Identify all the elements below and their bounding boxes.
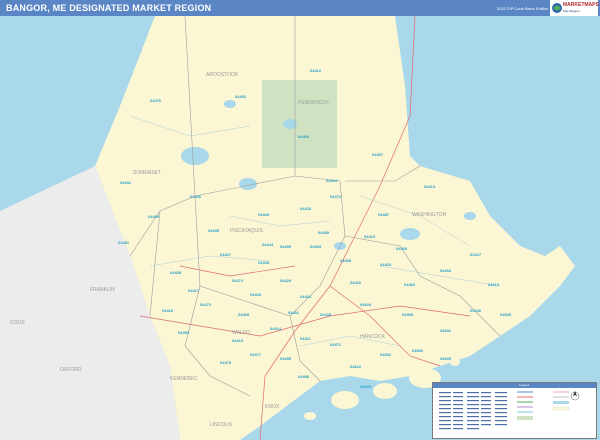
zip-label: 04652 bbox=[380, 352, 392, 357]
county-label-kennebec: KENNEBEC bbox=[170, 376, 198, 382]
county-label-aroostook: AROOSTOOK bbox=[206, 72, 239, 78]
county-label-waldo: WALDO bbox=[232, 330, 250, 336]
legend-symbols bbox=[517, 391, 570, 420]
zip-label: 04631 bbox=[440, 328, 452, 333]
zip-label: 04453 bbox=[310, 244, 322, 249]
title-bar: BANGOR, ME DESIGNATED MARKET REGION 2023… bbox=[0, 0, 600, 16]
island-small-1 bbox=[304, 412, 316, 420]
zip-label: 04417 bbox=[188, 288, 200, 293]
county-label-hancock: HANCOCK bbox=[360, 334, 386, 340]
zip-label: 04427 bbox=[470, 252, 482, 257]
zip-label: 04424 bbox=[326, 178, 338, 183]
zip-label: 04625 bbox=[360, 384, 372, 389]
zip-label: 04420 bbox=[350, 280, 362, 285]
lake-7 bbox=[464, 212, 476, 220]
zip-label: 04605 bbox=[440, 356, 452, 361]
zip-label: 04660 bbox=[412, 348, 424, 353]
publisher-logo: MARKETMAPS Map Mapper bbox=[550, 0, 599, 16]
legend-index-columns bbox=[439, 392, 507, 430]
zip-label: 04496 bbox=[298, 374, 310, 379]
baxter-park bbox=[262, 80, 337, 168]
zip-label: 04468 bbox=[396, 246, 408, 251]
zip-label: 04445 bbox=[208, 228, 220, 233]
zip-label: 04622 bbox=[350, 364, 362, 369]
zip-label: 04427 bbox=[220, 252, 232, 257]
zip-label: 04477 bbox=[250, 352, 262, 357]
zip-label: 04459 bbox=[280, 244, 292, 249]
zip-label: 04434 bbox=[300, 294, 312, 299]
map-title: BANGOR, ME DESIGNATED MARKET REGION bbox=[6, 3, 212, 13]
zip-label: 04460 bbox=[298, 134, 310, 139]
legend-title: Legend bbox=[519, 383, 530, 387]
zip-label: 04489 bbox=[318, 230, 330, 235]
zip-label: 04435 bbox=[320, 312, 332, 317]
logo-text: MARKETMAPS bbox=[563, 2, 599, 8]
zip-label: 04462 bbox=[235, 94, 247, 99]
county-label-oxford: OXFORD bbox=[60, 367, 82, 373]
zip-label: 04495 bbox=[402, 312, 414, 317]
county-label-somerset: SOMERSET bbox=[133, 170, 161, 176]
zip-label: 04414 bbox=[270, 326, 282, 331]
zip-label: 04423 bbox=[380, 262, 392, 267]
map-legend: Legend bbox=[432, 382, 597, 439]
county-label-washington: WASHINGTON bbox=[412, 212, 447, 218]
county-label-lincoln: LINCOLN bbox=[210, 422, 232, 428]
county-label-franklin: FRANKLIN bbox=[90, 287, 115, 293]
county-label-penobscot: PENOBSCOT bbox=[298, 100, 329, 106]
zip-label: 04419 bbox=[364, 234, 376, 239]
zip-label: 04469 bbox=[238, 312, 250, 317]
zip-label: 04444 bbox=[262, 242, 274, 247]
globe-icon bbox=[552, 3, 562, 13]
zip-label: 04456 bbox=[190, 194, 202, 199]
zip-label: 04471 bbox=[330, 342, 342, 347]
zip-label: 04454 bbox=[440, 268, 452, 273]
edition-label: 2023 ZIP Code Basic Edition bbox=[497, 6, 549, 11]
island-deer-isle bbox=[373, 383, 397, 399]
zip-label: 04433 bbox=[250, 292, 262, 297]
zip-label: 04429 bbox=[280, 278, 292, 283]
zip-label: 04418 bbox=[300, 206, 312, 211]
island-small-2 bbox=[450, 358, 460, 366]
zip-label: 04490 bbox=[148, 214, 160, 219]
zip-label: 04401 bbox=[288, 310, 300, 315]
zip-label: 04474 bbox=[232, 278, 244, 283]
region-map[interactable]: AROOSTOOK PENOBSCOT SOMERSET PISCATAQUIS… bbox=[0, 16, 600, 440]
zip-label: 04481 bbox=[118, 240, 130, 245]
nb-north bbox=[415, 16, 600, 176]
county-label-piscataquis: PISCATAQUIS bbox=[230, 228, 264, 234]
zip-label: 04634 bbox=[360, 302, 372, 307]
zip-label: 04487 bbox=[378, 212, 390, 217]
zip-label: 04613 bbox=[488, 282, 500, 287]
north-arrow-icon bbox=[570, 391, 580, 401]
island-vinalhaven bbox=[331, 391, 359, 409]
zip-label: 04497 bbox=[372, 152, 384, 157]
zip-label: 04410 bbox=[162, 308, 174, 313]
zip-label: 04438 bbox=[170, 270, 182, 275]
county-label-knox: KNOX bbox=[265, 404, 280, 410]
zip-label: 04441 bbox=[120, 180, 132, 185]
zip-label: 04408 bbox=[340, 258, 352, 263]
zip-label: 04428 bbox=[258, 260, 270, 265]
zip-label: 04455 bbox=[280, 356, 292, 361]
legend-content bbox=[439, 391, 580, 430]
logo-subtext: Map Mapper bbox=[563, 9, 580, 13]
lake-1 bbox=[181, 147, 209, 165]
zip-label: 04411 bbox=[300, 336, 312, 341]
zip-label: 04473 bbox=[200, 302, 212, 307]
zip-label: 04450 bbox=[178, 330, 190, 335]
zip-label: 04412 bbox=[310, 68, 322, 73]
zip-label: 04640 bbox=[470, 308, 482, 313]
zip-label: 04472 bbox=[330, 194, 342, 199]
zip-label: 04463 bbox=[404, 282, 416, 287]
map-page: BANGOR, ME DESIGNATED MARKET REGION 2023… bbox=[0, 0, 600, 440]
zip-label: 04413 bbox=[424, 184, 436, 189]
zip-label: 04415 bbox=[232, 338, 244, 343]
lake-5 bbox=[224, 100, 236, 108]
county-label-coos: COOS bbox=[10, 320, 25, 326]
lake-4 bbox=[400, 228, 420, 240]
zip-label: 04475 bbox=[220, 360, 232, 365]
zip-label: 04476 bbox=[150, 98, 162, 103]
zip-label: 04605 bbox=[500, 312, 512, 317]
zip-label: 04449 bbox=[258, 212, 270, 217]
